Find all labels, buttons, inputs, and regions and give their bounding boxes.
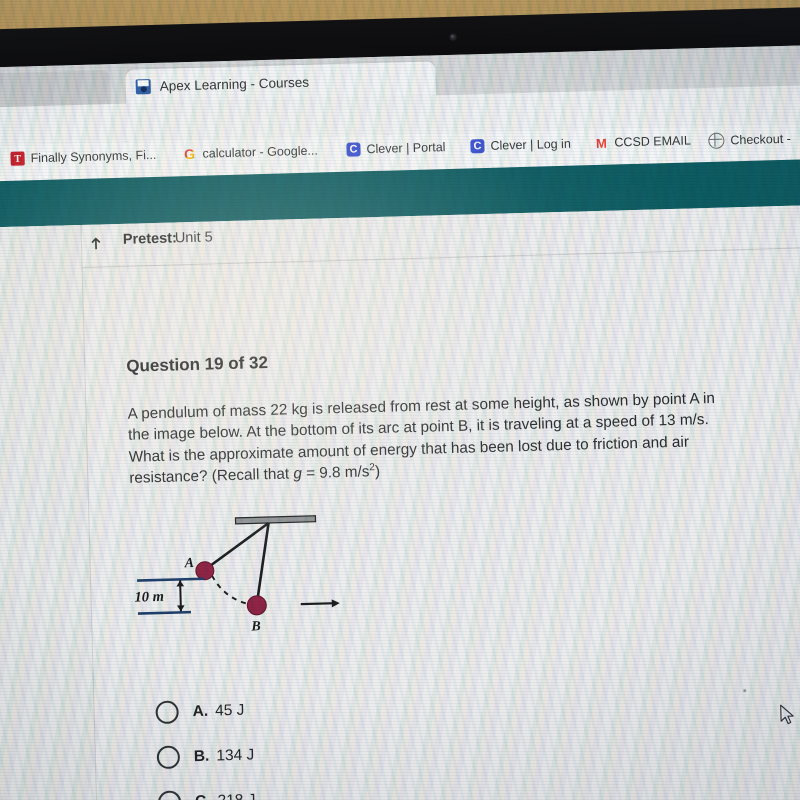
- option-letter: C.: [195, 792, 211, 800]
- clever-icon: [470, 139, 485, 154]
- gmail-icon: [594, 136, 608, 150]
- laptop-screen: × Apex Learning - Courses × + tivity/500…: [0, 43, 800, 800]
- option-value: 134 J: [216, 745, 255, 764]
- answer-option-a[interactable]: A. 45 J: [155, 699, 245, 725]
- option-value: 218 J: [217, 790, 256, 800]
- bookmark-clever-login[interactable]: Clever | Log in: [470, 137, 571, 154]
- browser-tab-title: Apex Learning - Courses: [159, 74, 310, 94]
- breadcrumb-label: Pretest:: [122, 230, 178, 248]
- question-text: A pendulum of mass 22 kg is released fro…: [127, 387, 741, 489]
- height-arrow-head-down: [176, 605, 185, 612]
- question-line-4c: ): [374, 463, 381, 481]
- velocity-arrow-shaft: [300, 602, 336, 606]
- arc-path: [211, 575, 251, 606]
- laptop-screen-photo: × Apex Learning - Courses × + tivity/500…: [0, 0, 800, 800]
- bookmark-clever-portal[interactable]: Clever | Portal: [346, 140, 446, 157]
- radio-button-b[interactable]: [156, 745, 181, 770]
- clever-icon: [346, 142, 361, 157]
- height-arrow-head-up: [176, 580, 185, 587]
- string-to-b: [255, 522, 270, 605]
- globe-icon: [708, 132, 725, 149]
- radio-button-c[interactable]: [157, 790, 182, 800]
- radio-button-a[interactable]: [155, 700, 179, 725]
- bookmark-label: Clever | Log in: [490, 136, 571, 153]
- bookmark-label: Checkout -: [730, 131, 792, 148]
- bookmark-label: CCSD EMAIL: [614, 133, 691, 150]
- option-letter: B.: [193, 747, 210, 765]
- breadcrumb-value: Unit 5: [174, 229, 213, 247]
- apex-learning-favicon-icon: [135, 78, 151, 94]
- mouse-cursor: [780, 704, 797, 726]
- option-letter: A.: [192, 702, 209, 720]
- screen-speck: [743, 689, 747, 693]
- option-value: 45 J: [214, 701, 245, 720]
- bookmark-ccsd-email[interactable]: CCSD EMAIL: [594, 133, 691, 150]
- pendulum-ball-a: [195, 561, 215, 581]
- string-to-a: [204, 521, 270, 571]
- height-label: 10 m: [134, 589, 164, 606]
- reference-line-bottom: [137, 610, 191, 615]
- pendulum-ball-b: [246, 595, 267, 616]
- answer-option-b[interactable]: B. 134 J: [156, 743, 255, 770]
- up-left-arrow-icon[interactable]: [91, 232, 109, 250]
- ceiling-bar: [234, 515, 317, 525]
- bookmark-label: Clever | Portal: [366, 140, 446, 157]
- thesaurus-icon: [10, 151, 25, 166]
- velocity-arrow-head: [331, 599, 340, 608]
- point-b-label: B: [250, 619, 261, 634]
- reference-line-top: [137, 577, 205, 582]
- page-body: [0, 202, 800, 800]
- question-number: Question 19 of 32: [126, 352, 269, 376]
- answer-option-c[interactable]: C. 218 J: [157, 788, 256, 800]
- question-line-4b: = 9.8 m/s: [301, 463, 370, 483]
- pendulum-diagram: A B 10 m: [130, 510, 363, 644]
- google-icon: [182, 147, 196, 161]
- bookmark-checkout[interactable]: Checkout -: [708, 131, 791, 149]
- point-a-label: A: [183, 556, 194, 571]
